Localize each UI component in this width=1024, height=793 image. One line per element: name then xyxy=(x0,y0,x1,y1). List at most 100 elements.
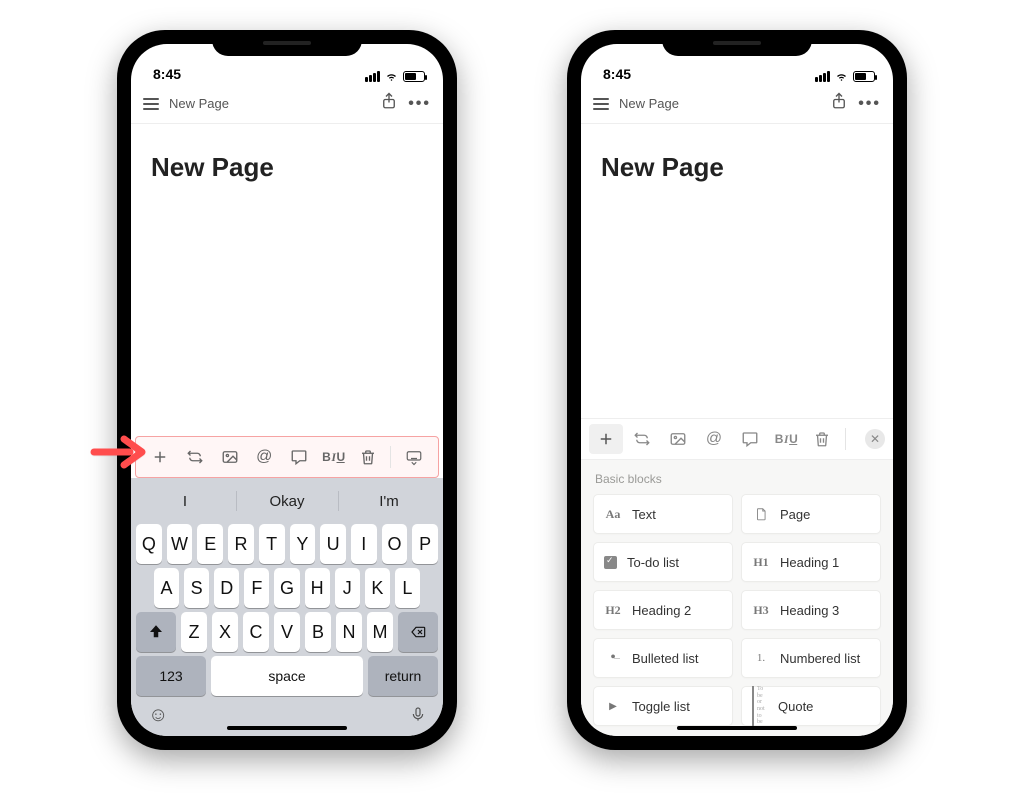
block-label: Bulleted list xyxy=(632,651,698,666)
key-a[interactable]: A xyxy=(154,568,179,608)
key-g[interactable]: G xyxy=(274,568,299,608)
key-y[interactable]: Y xyxy=(290,524,316,564)
key-d[interactable]: D xyxy=(214,568,239,608)
mention-icon[interactable]: @ xyxy=(697,424,731,454)
key-r[interactable]: R xyxy=(228,524,254,564)
top-bar: New Page ••• xyxy=(581,84,893,124)
page-body[interactable]: New Page xyxy=(581,124,893,418)
cellular-icon xyxy=(815,71,830,82)
key-l[interactable]: L xyxy=(395,568,420,608)
block-option-page[interactable]: Page xyxy=(741,494,881,534)
turn-into-icon[interactable] xyxy=(625,424,659,454)
close-panel-icon[interactable]: ✕ xyxy=(865,429,885,449)
home-indicator[interactable] xyxy=(677,726,797,730)
block-option-bulleted-list[interactable]: Bulleted list xyxy=(593,638,733,678)
key-b[interactable]: B xyxy=(305,612,331,652)
status-time: 8:45 xyxy=(603,66,631,82)
key-p[interactable]: P xyxy=(412,524,438,564)
image-icon[interactable] xyxy=(213,442,246,472)
key-z[interactable]: Z xyxy=(181,612,207,652)
keyboard-suggestions: I Okay I'm xyxy=(134,482,440,520)
page-icon xyxy=(752,506,770,522)
trash-icon[interactable] xyxy=(805,424,839,454)
key-v[interactable]: V xyxy=(274,612,300,652)
comment-icon[interactable] xyxy=(283,442,316,472)
device-notch xyxy=(212,30,362,56)
home-indicator[interactable] xyxy=(227,726,347,730)
block-option-to-do-list[interactable]: To-do list xyxy=(593,542,733,582)
key-x[interactable]: X xyxy=(212,612,238,652)
text-type-icon: Aa xyxy=(604,507,622,522)
editor-toolbar: @ BIU ✕ xyxy=(581,418,893,460)
bullet-icon xyxy=(604,649,622,667)
share-icon[interactable] xyxy=(830,92,848,115)
status-time: 8:45 xyxy=(153,66,181,82)
block-label: Heading 2 xyxy=(632,603,691,618)
breadcrumb[interactable]: New Page xyxy=(169,96,370,111)
block-option-numbered-list[interactable]: 1.Numbered list xyxy=(741,638,881,678)
suggestion-3[interactable]: I'm xyxy=(338,482,440,520)
block-option-toggle-list[interactable]: Toggle list xyxy=(593,686,733,726)
key-n[interactable]: N xyxy=(336,612,362,652)
key-return[interactable]: return xyxy=(368,656,438,696)
key-f[interactable]: F xyxy=(244,568,269,608)
page-body[interactable]: New Page xyxy=(131,124,443,436)
more-icon[interactable]: ••• xyxy=(858,95,881,113)
suggestion-1[interactable]: I xyxy=(134,482,236,520)
mic-icon[interactable] xyxy=(410,704,426,730)
block-option-heading-1[interactable]: H1Heading 1 xyxy=(741,542,881,582)
page-title[interactable]: New Page xyxy=(601,152,873,183)
key-i[interactable]: I xyxy=(351,524,377,564)
page-title[interactable]: New Page xyxy=(151,152,423,183)
breadcrumb[interactable]: New Page xyxy=(619,96,820,111)
text-format-icon[interactable]: BIU xyxy=(769,424,803,454)
key-k[interactable]: K xyxy=(365,568,390,608)
more-icon[interactable]: ••• xyxy=(408,95,431,113)
menu-icon[interactable] xyxy=(143,98,159,110)
wifi-icon xyxy=(834,70,849,82)
keyboard-dismiss-icon[interactable] xyxy=(397,442,430,472)
block-label: Heading 1 xyxy=(780,555,839,570)
ios-keyboard: I Okay I'm Q W E R T Y U I O P A xyxy=(131,478,443,736)
underline-label: U xyxy=(337,450,345,464)
share-icon[interactable] xyxy=(380,92,398,115)
block-option-heading-3[interactable]: H3Heading 3 xyxy=(741,590,881,630)
comment-icon[interactable] xyxy=(733,424,767,454)
block-option-heading-2[interactable]: H2Heading 2 xyxy=(593,590,733,630)
key-numbers[interactable]: 123 xyxy=(136,656,206,696)
trash-icon[interactable] xyxy=(352,442,385,472)
key-h[interactable]: H xyxy=(305,568,330,608)
key-s[interactable]: S xyxy=(184,568,209,608)
key-q[interactable]: Q xyxy=(136,524,162,564)
block-label: Quote xyxy=(778,699,813,714)
add-block-icon[interactable] xyxy=(589,424,623,454)
block-label: To-do list xyxy=(627,555,679,570)
suggestion-2[interactable]: Okay xyxy=(236,482,338,520)
text-format-icon[interactable]: BIU xyxy=(317,442,350,472)
key-w[interactable]: W xyxy=(167,524,193,564)
mention-icon[interactable]: @ xyxy=(248,442,281,472)
block-label: Toggle list xyxy=(632,699,690,714)
emoji-icon[interactable]: ☺ xyxy=(148,704,168,730)
key-o[interactable]: O xyxy=(382,524,408,564)
block-label: Text xyxy=(632,507,656,522)
block-option-quote[interactable]: To be or not to beQuote xyxy=(741,686,881,726)
key-space[interactable]: space xyxy=(211,656,363,696)
add-block-icon[interactable] xyxy=(144,442,177,472)
italic-label: I xyxy=(784,432,788,447)
key-u[interactable]: U xyxy=(320,524,346,564)
image-icon[interactable] xyxy=(661,424,695,454)
key-m[interactable]: M xyxy=(367,612,393,652)
key-backspace[interactable] xyxy=(398,612,438,652)
bold-label: B xyxy=(322,450,330,464)
key-shift[interactable] xyxy=(136,612,176,652)
toolbar-separator xyxy=(845,428,846,450)
block-option-text[interactable]: Aa Text xyxy=(593,494,733,534)
menu-icon[interactable] xyxy=(593,98,609,110)
key-c[interactable]: C xyxy=(243,612,269,652)
turn-into-icon[interactable] xyxy=(179,442,212,472)
cellular-icon xyxy=(365,71,380,82)
key-t[interactable]: T xyxy=(259,524,285,564)
key-e[interactable]: E xyxy=(197,524,223,564)
key-j[interactable]: J xyxy=(335,568,360,608)
